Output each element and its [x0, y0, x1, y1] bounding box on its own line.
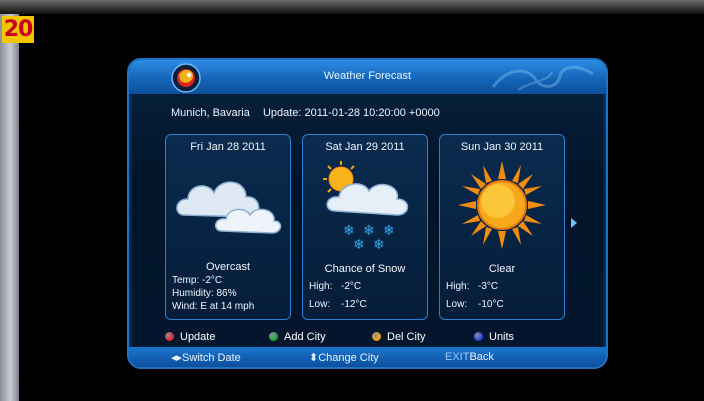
weather-window: Weather Forecast Munich, Bavaria Update:…: [127, 58, 608, 369]
exit-key-label: EXIT: [445, 351, 470, 363]
forecast-condition: Clear: [488, 263, 516, 275]
forecast-high: High: -2°C: [309, 281, 361, 292]
forecast-condition: Overcast: [205, 261, 250, 273]
svg-text:❄: ❄: [383, 223, 395, 239]
legend-del-city-label: Del City: [387, 331, 426, 343]
city-name: Munich, Bavaria: [171, 107, 250, 119]
forecast-condition: Chance of Snow: [324, 263, 406, 275]
update-time: Update: 2011-01-28 10:20:00 +0000: [262, 107, 440, 119]
header-bar: Weather Forecast: [129, 60, 606, 94]
legend-add-city[interactable]: Add City: [269, 331, 326, 343]
footer-bar: ◂▸Switch Date ⬍Change City EXITBack: [129, 347, 606, 367]
forecast-temp: Temp: -2°C: [172, 275, 223, 286]
forecast-card-day-3[interactable]: Sun Jan 30 2011 Clear High: -3°C Low: -1…: [439, 134, 565, 320]
switch-date-label: Switch Date: [182, 352, 241, 364]
forecast-card-day-2[interactable]: Sat Jan 29 2011 ❄ ❄ ❄ ❄ ❄ Chance of Snow…: [302, 134, 428, 320]
legend-update[interactable]: Update: [165, 331, 215, 343]
back-label: Back: [469, 351, 494, 363]
high-value: -3°C: [478, 281, 499, 292]
exit-back-hint[interactable]: EXITBack: [445, 351, 494, 363]
svg-text:❄: ❄: [353, 237, 365, 253]
change-city-hint[interactable]: ⬍Change City: [309, 351, 379, 364]
forecast-humidity: Humidity: 86%: [172, 288, 237, 299]
legend-add-city-label: Add City: [284, 331, 326, 343]
low-label: Low:: [309, 299, 331, 310]
location-line: Munich, Bavaria Update: 2011-01-28 10:20…: [171, 107, 450, 119]
forecast-high: High: -3°C: [446, 281, 498, 292]
legend-update-label: Update: [180, 331, 216, 343]
forecast-card-day-1[interactable]: Fri Jan 28 2011 Overcast Temp: -2°C Humi…: [165, 134, 291, 320]
switch-date-hint[interactable]: ◂▸Switch Date: [171, 351, 241, 364]
color-key-legend: Update Add City Del City Units: [129, 329, 606, 347]
forecast-wind: Wind: E at 14 mph: [172, 301, 255, 312]
low-value: -10°C: [478, 299, 504, 310]
cloudy-icon: [176, 181, 282, 234]
forecast-date: Fri Jan 28 2011: [190, 141, 266, 153]
legend-units-label: Units: [489, 331, 515, 343]
low-value: -12°C: [341, 299, 367, 310]
top-bar: [0, 0, 704, 14]
change-city-label: Change City: [318, 352, 379, 364]
high-label: High:: [309, 281, 333, 292]
forecast-low: Low: -12°C: [309, 299, 367, 310]
up-down-arrows-icon: ⬍: [309, 352, 319, 364]
sun-icon: [458, 161, 546, 249]
snow-icon: ❄ ❄ ❄ ❄ ❄: [323, 161, 409, 253]
high-value: -2°C: [341, 281, 362, 292]
high-label: High:: [446, 281, 470, 292]
page-title: Weather Forecast: [323, 70, 412, 82]
forecast-low: Low: -10°C: [446, 299, 504, 310]
green-key-icon: [269, 332, 278, 341]
forecast-date: Sun Jan 30 2011: [460, 141, 544, 153]
blue-key-icon: [474, 332, 483, 341]
forecast-date: Sat Jan 29 2011: [325, 141, 405, 153]
left-right-arrows-icon: ◂▸: [171, 352, 183, 364]
legend-units[interactable]: Units: [474, 331, 514, 343]
legend-del-city[interactable]: Del City: [372, 331, 426, 343]
yellow-key-icon: [372, 332, 381, 341]
red-key-icon: [165, 332, 174, 341]
low-label: Low:: [446, 299, 468, 310]
next-page-arrow-icon[interactable]: [571, 218, 577, 228]
left-bar: [0, 14, 19, 401]
svg-text:❄: ❄: [373, 237, 385, 253]
channel-badge: 20: [2, 16, 34, 43]
